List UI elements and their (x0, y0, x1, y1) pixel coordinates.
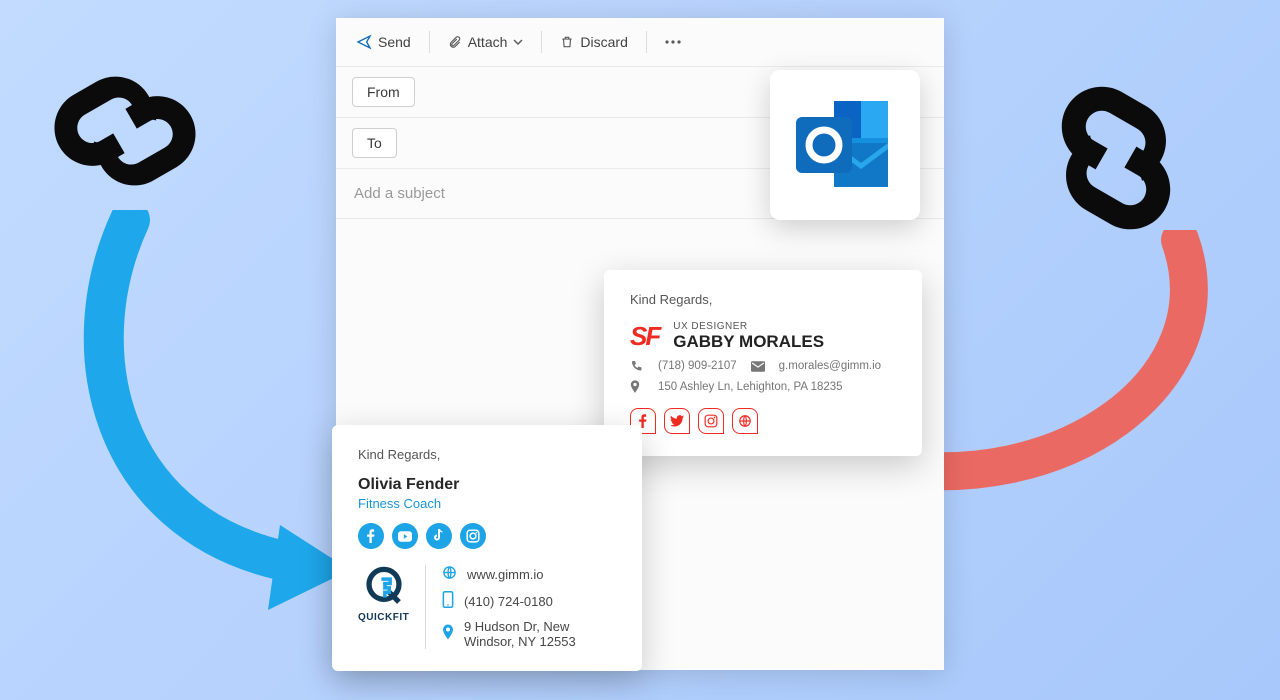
address-text: 150 Ashley Ln, Lehighton, PA 18235 (658, 381, 843, 393)
chain-link-icon (30, 36, 220, 226)
outlook-logo-card (770, 70, 920, 220)
instagram-icon[interactable] (698, 408, 724, 434)
sf-logo: SF (630, 321, 659, 352)
globe-icon (442, 565, 457, 583)
discard-button[interactable]: Discard (552, 28, 635, 56)
phone-icon (630, 360, 644, 372)
name-text: GABBY MORALES (673, 332, 824, 352)
signature-card-olivia: Kind Regards, Olivia Fender Fitness Coac… (332, 425, 642, 671)
website-text: www.gimm.io (467, 567, 544, 582)
send-button[interactable]: Send (348, 28, 419, 56)
phone-text: (718) 909-2107 (658, 360, 737, 372)
phone-icon (442, 591, 454, 611)
signature-card-gabby: Kind Regards, SF UX DESIGNER GABBY MORAL… (604, 270, 922, 456)
trash-icon (560, 34, 574, 50)
youtube-icon[interactable] (392, 523, 418, 549)
send-icon (356, 34, 372, 50)
email-icon (751, 361, 765, 372)
outlook-icon (790, 95, 900, 195)
regards-text: Kind Regards, (358, 447, 616, 462)
chevron-down-icon (513, 37, 523, 47)
location-icon (630, 380, 644, 394)
instagram-icon[interactable] (460, 523, 486, 549)
send-label: Send (378, 34, 411, 50)
tiktok-icon[interactable] (426, 523, 452, 549)
more-button[interactable] (657, 34, 689, 50)
regards-text: Kind Regards, (630, 292, 896, 307)
quickfit-logo: QUICKFIT (358, 565, 409, 623)
name-text: Olivia Fender (358, 476, 616, 494)
phone-text: (410) 724-0180 (464, 594, 553, 609)
globe-icon[interactable] (732, 408, 758, 434)
attach-label: Attach (468, 34, 508, 50)
location-icon (442, 624, 454, 644)
discard-label: Discard (580, 34, 627, 50)
title-text: Fitness Coach (358, 496, 616, 511)
to-button[interactable]: To (352, 128, 397, 158)
facebook-icon[interactable] (358, 523, 384, 549)
twitter-icon[interactable] (664, 408, 690, 434)
ellipsis-icon (665, 40, 681, 44)
address-text: 9 Hudson Dr, New Windsor, NY 12553 (464, 619, 616, 649)
attach-button[interactable]: Attach (440, 28, 532, 56)
from-button[interactable]: From (352, 77, 415, 107)
role-text: UX DESIGNER (673, 321, 824, 332)
brand-text: QUICKFIT (358, 612, 409, 623)
chain-link-icon (1016, 58, 1216, 258)
paperclip-icon (448, 34, 462, 50)
email-text: g.morales@gimm.io (779, 360, 881, 372)
toolbar: Send Attach Discard (336, 18, 944, 66)
